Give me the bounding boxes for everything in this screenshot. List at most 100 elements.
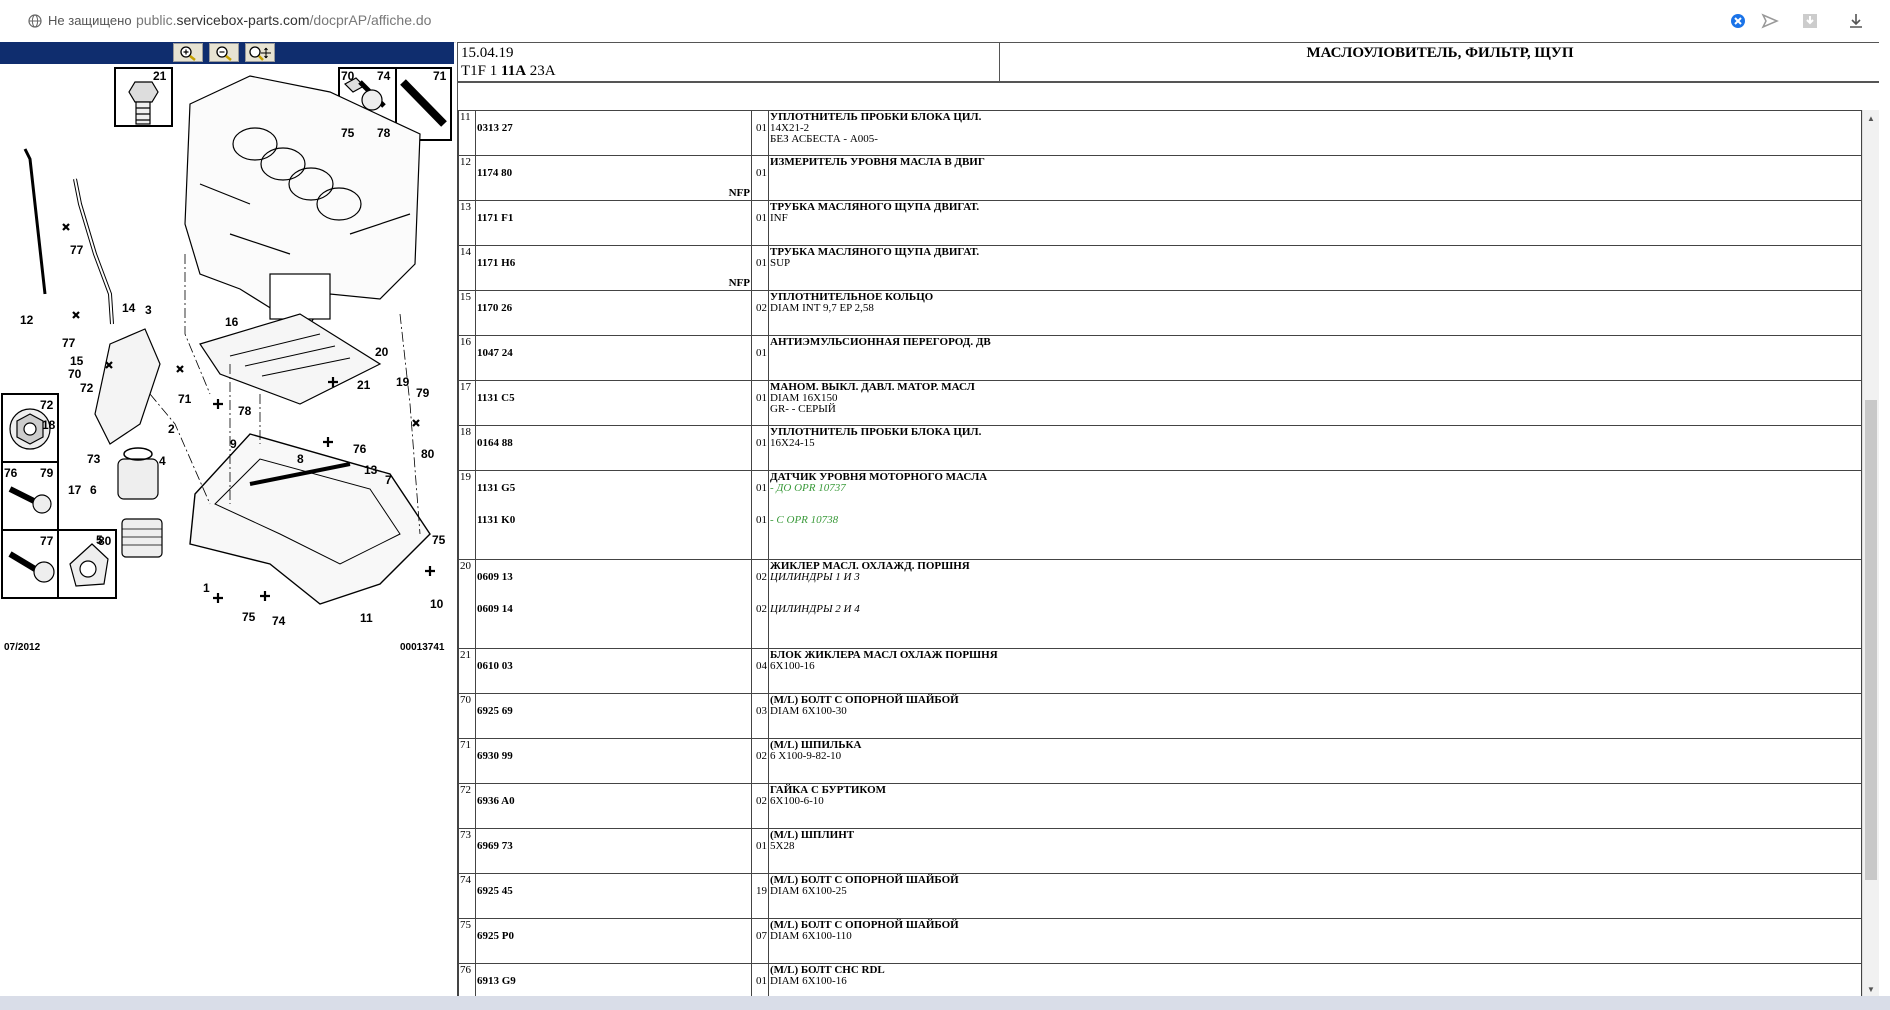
part-number[interactable]: 6913 G9 [477,976,750,987]
svg-text:10: 10 [430,597,444,611]
not-secure-label[interactable]: Не защищено [48,13,132,28]
part-number-cell[interactable]: 6930 99 [475,738,752,784]
part-number[interactable]: 0609 14 [477,604,750,615]
svg-text:71: 71 [433,69,447,83]
part-number[interactable]: 6936 A0 [477,796,750,807]
part-number[interactable]: 1047 24 [477,348,750,359]
svg-text:1: 1 [203,581,210,595]
part-number-cell[interactable]: 1174 80 NFP [475,155,752,201]
table-row[interactable]: 11 0313 27 01 УПЛОТНИТЕЛЬ ПРОБКИ БЛОКА ЦИЛ.… [458,110,1862,156]
part-number-cell[interactable]: 0313 27 [475,110,752,156]
part-number[interactable]: 6925 P0 [477,931,750,942]
ref-cell: 76 [458,963,476,998]
description-title: (М/L) БОЛТ С ОПОРНОЙ ШАЙБОЙ [770,919,959,931]
svg-text:2: 2 [168,422,175,436]
description-title: ДАТЧИК УРОВНЯ МОТОРНОГО МАСЛА [770,471,988,483]
description-line: SUP [770,257,791,269]
part-number[interactable]: 6925 69 [477,706,750,717]
part-number-cell[interactable]: 0609 13 0609 14 [475,559,752,649]
table-row[interactable]: 13 1171 F1 01 ТРУБКА МАСЛЯНОГО ЩУПА ДВИГАТ.… [458,200,1862,246]
zoom-fit-button[interactable] [245,43,275,62]
table-row[interactable]: 71 6930 99 02 (М/L) ШПИЛЬКА 6 X100-9-82-10 [458,738,1862,784]
description-title: УПЛОТНИТЕЛЬНОЕ КОЛЬЦО [770,291,934,303]
table-row[interactable]: 14 1171 H6 NFP 01 ТРУБКА МАСЛЯНОГО ЩУПА ДВИГ… [458,245,1862,291]
part-number-cell[interactable]: 6925 P0 [475,918,752,964]
table-row[interactable]: 16 1047 24 01 АНТИЭМУЛЬСИОННАЯ ПЕРЕГОРОД. Д… [458,335,1862,381]
table-row[interactable]: 21 0610 03 04 БЛОК ЖИКЛЕРА МАСЛ ОХЛАЖ ПОРШН… [458,648,1862,694]
scroll-down-icon[interactable]: ▼ [1867,985,1875,994]
svg-text:20: 20 [375,345,389,359]
part-number-cell[interactable]: 6969 73 [475,828,752,874]
svg-text:4: 4 [159,454,166,468]
parts-header: 15.04.19 T1F 1 11A 23A МАСЛОУЛОВИТЕЛЬ, Ф… [457,42,1879,82]
vertical-scrollbar[interactable]: ▲ ▼ [1862,110,1879,998]
quantity: 02 [756,750,767,762]
part-number-cell[interactable]: 1131 G5 1131 K0 [475,470,752,560]
description-title: УПЛОТНИТЕЛЬ ПРОБКИ БЛОКА ЦИЛ. [770,111,982,123]
part-number[interactable]: 6969 73 [477,841,750,852]
table-row[interactable]: 70 6925 69 03 (М/L) БОЛТ С ОПОРНОЙ ШАЙБОЙ DI… [458,693,1862,739]
scrollbar-thumb[interactable] [1865,400,1877,880]
part-number[interactable]: 1171 H6 [477,258,750,269]
part-number-cell[interactable]: 6936 A0 [475,783,752,829]
browser-address-bar: Не защищено public.servicebox-parts.com/… [0,0,1890,43]
part-number-cell[interactable]: 6913 G9 [475,963,752,998]
save-page-icon[interactable] [1800,11,1820,31]
part-number-cell[interactable]: 0610 03 [475,648,752,694]
table-row[interactable]: 74 6925 45 19 (М/L) БОЛТ С ОПОРНОЙ ШАЙБОЙ DI… [458,873,1862,919]
extension-icon[interactable] [1728,11,1748,31]
part-number[interactable]: 0610 03 [477,661,750,672]
part-number-cell[interactable]: 1131 C5 [475,380,752,426]
table-row[interactable]: 18 0164 88 01 УПЛОТНИТЕЛЬ ПРОБКИ БЛОКА ЦИЛ.… [458,425,1862,471]
part-number-cell[interactable]: 6925 45 [475,873,752,919]
svg-text:75: 75 [242,610,256,624]
part-number[interactable]: 1131 K0 [477,515,750,526]
diagram-ref-number: 00013741 [400,642,445,653]
svg-text:14: 14 [122,301,136,315]
description-title: БЛОК ЖИКЛЕРА МАСЛ ОХЛАЖ ПОРШНЯ [770,649,998,661]
quantity: 01 [756,212,767,224]
ref-cell: 73 [458,828,476,874]
description-title: ЖИКЛЕР МАСЛ. ОХЛАЖД. ПОРШНЯ [770,560,970,572]
table-row[interactable]: 73 6969 73 01 (М/L) ШПЛИНТ 5X28 [458,828,1862,874]
table-row[interactable]: 15 1170 26 02 УПЛОТНИТЕЛЬНОЕ КОЛЬЦО DIAM INT… [458,290,1862,336]
part-number[interactable]: 1131 G5 [477,483,750,494]
part-number[interactable]: 0164 88 [477,438,750,449]
part-number[interactable]: 1174 80 [477,168,750,179]
table-row[interactable]: 17 1131 C5 01 МАНОМ. ВЫКЛ. ДАВЛ. МАТОР. МАС… [458,380,1862,426]
part-number-cell[interactable]: 1171 F1 [475,200,752,246]
part-number-cell[interactable]: 1171 H6 NFP [475,245,752,291]
parts-table-container[interactable]: 11 0313 27 01 УПЛОТНИТЕЛЬ ПРОБКИ БЛОКА ЦИЛ.… [457,110,1862,998]
svg-text:18: 18 [42,418,56,432]
scroll-up-icon[interactable]: ▲ [1867,114,1875,123]
quantity: 01 [756,975,767,987]
part-number-cell[interactable]: 1047 24 [475,335,752,381]
part-number[interactable]: 6925 45 [477,886,750,897]
part-number[interactable]: 1171 F1 [477,213,750,224]
download-icon[interactable] [1846,11,1866,31]
part-number[interactable]: 0609 13 [477,572,750,583]
part-number-cell[interactable]: 0164 88 [475,425,752,471]
table-row[interactable]: 12 1174 80 NFP 01 ИЗМЕРИТЕЛЬ УРОВНЯ МАСЛА В … [458,155,1862,201]
table-row[interactable]: 19 1131 G5 1131 K0 01 01 ДАТЧИК УРОВНЯ МОТОРН… [458,470,1862,560]
description-title: (М/L) БОЛТ С ОПОРНОЙ ШАЙБОЙ [770,694,959,706]
zoom-out-button[interactable] [209,43,239,62]
part-number-cell[interactable]: 6925 69 [475,693,752,739]
quantity-cell: 03 [751,693,769,739]
ref-cell: 15 [458,290,476,336]
part-number[interactable]: 1131 C5 [477,393,750,404]
url-field[interactable]: public.servicebox-parts.com/docprAP/affi… [136,12,431,28]
table-row[interactable]: 20 0609 13 0609 14 02 02 ЖИКЛЕР МАСЛ. ОХЛАЖД.… [458,559,1862,649]
part-number-cell[interactable]: 1170 26 [475,290,752,336]
description-title: (М/L) ШПИЛЬКА [770,739,862,751]
zoom-out-icon [216,45,232,61]
part-number[interactable]: 6930 99 [477,751,750,762]
table-row[interactable]: 76 6913 G9 01 (М/L) БОЛТ CHC RDL DIAM 6X100-… [458,963,1862,998]
send-icon[interactable] [1760,11,1780,31]
part-number[interactable]: 0313 27 [477,123,750,134]
table-row[interactable]: 75 6925 P0 07 (М/L) БОЛТ С ОПОРНОЙ ШАЙБОЙ DI… [458,918,1862,964]
zoom-in-button[interactable] [173,43,203,62]
part-number[interactable]: 1170 26 [477,303,750,314]
table-row[interactable]: 72 6936 A0 02 ГАЙКА С БУРТИКОМ 6X100-6-10 [458,783,1862,829]
description-title: (М/L) БОЛТ С ОПОРНОЙ ШАЙБОЙ [770,874,959,886]
